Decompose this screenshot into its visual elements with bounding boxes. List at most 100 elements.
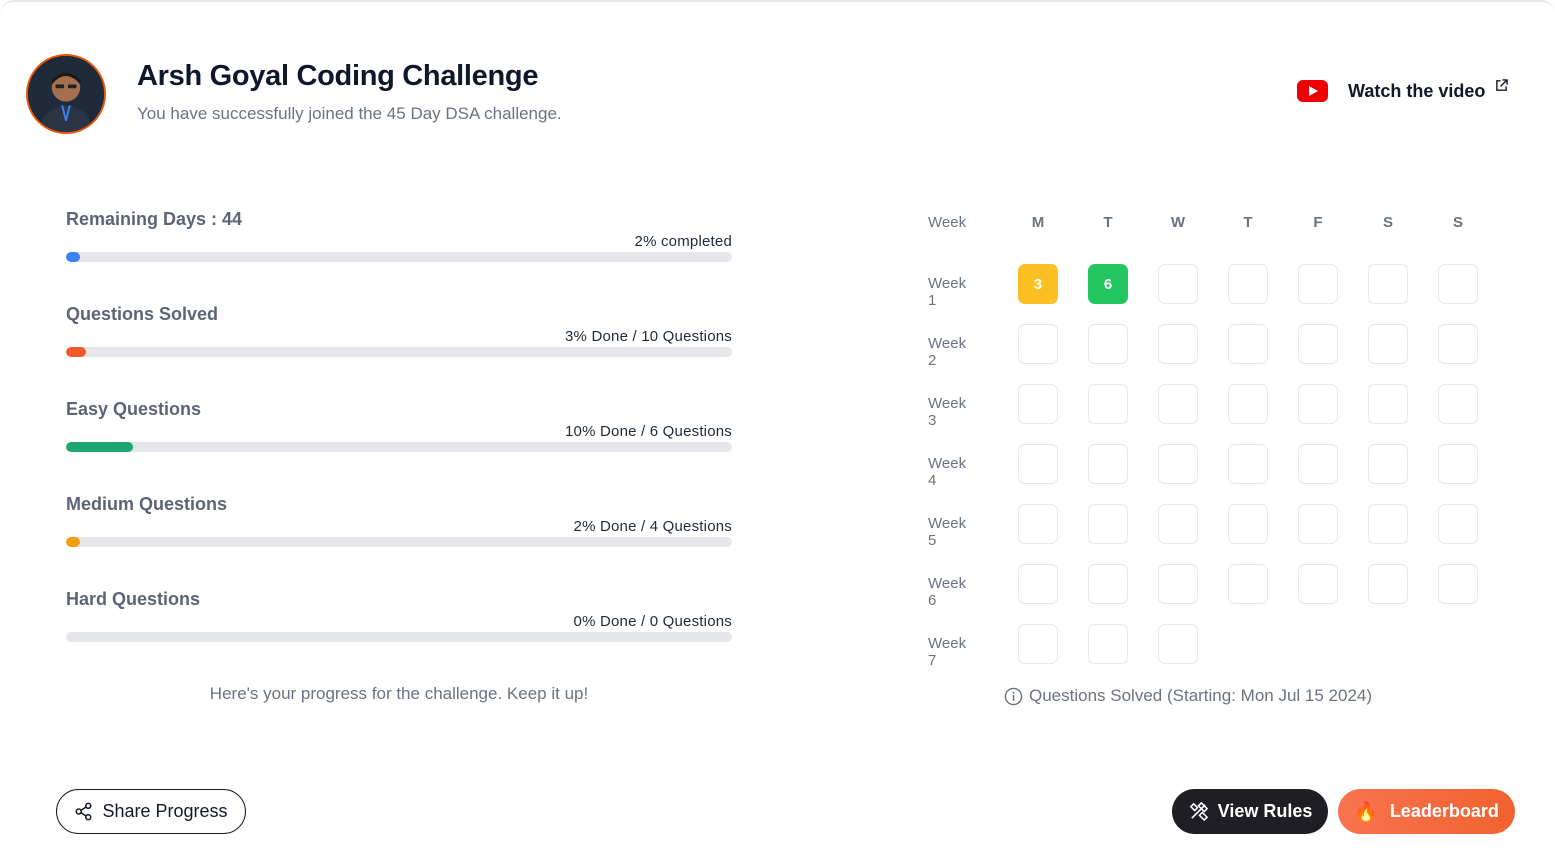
progress-track xyxy=(66,347,732,357)
progress-label: Questions Solved xyxy=(66,304,219,324)
view-rules-label: View Rules xyxy=(1217,801,1313,821)
calendar-day-cell[interactable] xyxy=(1368,324,1408,364)
day-header: T xyxy=(1243,214,1253,231)
progress-row: Medium Questions 2% Done / 4 Questions xyxy=(66,494,732,549)
progress-row: Remaining Days : 44 2% completed xyxy=(66,209,732,264)
share-progress-button[interactable]: Share Progress xyxy=(56,789,246,834)
challenge-card: Arsh Goyal Coding Challenge You have suc… xyxy=(0,0,1555,865)
calendar-day-cell[interactable] xyxy=(1368,504,1408,544)
calendar-day-cell[interactable] xyxy=(1158,444,1198,484)
progress-row: Questions Solved 3% Done / 10 Questions xyxy=(66,304,732,359)
progress-value: 3% Done / 10 Questions xyxy=(565,328,732,345)
progress-label: Remaining Days : 44 xyxy=(66,209,243,229)
watch-video-link[interactable]: Watch the video xyxy=(1297,78,1509,102)
progress-fill xyxy=(66,347,86,357)
calendar-day-cell[interactable] xyxy=(1228,264,1268,304)
calendar-day-cell[interactable] xyxy=(1368,444,1408,484)
progress-track xyxy=(66,442,732,452)
progress-row: Easy Questions 10% Done / 6 Questions xyxy=(66,399,732,454)
progress-track xyxy=(66,252,732,262)
progress-value: 0% Done / 0 Questions xyxy=(573,613,732,630)
flame-icon: 🔥 xyxy=(1354,801,1378,823)
calendar-day-cell[interactable] xyxy=(1438,444,1478,484)
calendar-day-cell[interactable] xyxy=(1088,624,1128,664)
calendar-day-cell[interactable] xyxy=(1368,264,1408,304)
calendar-day-cell[interactable] xyxy=(1158,624,1198,664)
calendar-day-cell[interactable] xyxy=(1438,264,1478,304)
calendar-day-cell[interactable] xyxy=(1228,324,1268,364)
calendar-note: Questions Solved (Starting: Mon Jul 15 2… xyxy=(1004,686,1372,706)
leaderboard-button[interactable]: 🔥 Leaderboard xyxy=(1338,789,1515,834)
progress-fill xyxy=(66,252,80,262)
week-label: Week 7 xyxy=(928,635,967,669)
calendar-day-cell[interactable] xyxy=(1228,564,1268,604)
calendar-day-cell[interactable] xyxy=(1158,324,1198,364)
calendar-day-cell[interactable] xyxy=(1228,384,1268,424)
calendar-day-cell[interactable] xyxy=(1298,444,1338,484)
week-column-header: Week xyxy=(928,214,967,231)
calendar-day-cell[interactable] xyxy=(1158,384,1198,424)
day-header: W xyxy=(1170,214,1186,231)
calendar-day-cell[interactable] xyxy=(1158,264,1198,304)
avatar-image xyxy=(28,56,104,132)
day-header: F xyxy=(1313,214,1323,231)
progress-fill xyxy=(66,537,80,547)
progress-label: Hard Questions xyxy=(66,589,201,609)
leaderboard-label: Leaderboard xyxy=(1389,801,1499,821)
avatar xyxy=(26,54,106,134)
share-icon xyxy=(75,802,92,821)
week-label: Week 1 xyxy=(928,275,967,309)
calendar-day-cell[interactable]: 3 xyxy=(1018,264,1058,304)
calendar-day-cell[interactable] xyxy=(1088,324,1128,364)
calendar-day-cell[interactable] xyxy=(1018,324,1058,364)
calendar-day-cell[interactable] xyxy=(1438,504,1478,544)
calendar-day-cell[interactable] xyxy=(1158,564,1198,604)
calendar-day-cell[interactable]: 6 xyxy=(1088,264,1128,304)
calendar-day-cell[interactable] xyxy=(1088,444,1128,484)
calendar-day-cell[interactable] xyxy=(1298,324,1338,364)
day-header: M xyxy=(1031,214,1045,231)
calendar-day-cell[interactable] xyxy=(1438,324,1478,364)
calendar-day-cell[interactable] xyxy=(1298,384,1338,424)
progress-value: 2% completed xyxy=(634,233,732,250)
progress-row: Hard Questions 0% Done / 0 Questions xyxy=(66,589,732,644)
progress-value: 10% Done / 6 Questions xyxy=(565,423,732,440)
calendar-day-cell[interactable] xyxy=(1088,504,1128,544)
progress-value: 2% Done / 4 Questions xyxy=(573,518,732,535)
calendar-day-cell[interactable] xyxy=(1438,564,1478,604)
calendar-day-cell[interactable] xyxy=(1438,384,1478,424)
calendar-day-cell[interactable] xyxy=(1018,444,1058,484)
watch-video-label: Watch the video xyxy=(1348,80,1486,101)
week-label: Week 4 xyxy=(928,455,967,489)
calendar-day-cell[interactable] xyxy=(1018,504,1058,544)
calendar-day-cell[interactable] xyxy=(1368,384,1408,424)
progress-note: Here's your progress for the challenge. … xyxy=(209,684,589,703)
view-rules-button[interactable]: View Rules xyxy=(1172,789,1328,834)
share-progress-label: Share Progress xyxy=(102,801,228,821)
progress-label: Easy Questions xyxy=(66,399,202,419)
calendar-day-cell[interactable] xyxy=(1298,504,1338,544)
calendar-day-cell[interactable] xyxy=(1088,384,1128,424)
week-label: Week 3 xyxy=(928,395,967,429)
week-label: Week 6 xyxy=(928,575,967,609)
progress-track xyxy=(66,537,732,547)
calendar-day-cell[interactable] xyxy=(1368,564,1408,604)
calendar-day-cell[interactable] xyxy=(1088,564,1128,604)
day-header: S xyxy=(1452,214,1463,231)
calendar-day-cell[interactable] xyxy=(1298,264,1338,304)
page-subtitle: You have successfully joined the 45 Day … xyxy=(137,104,562,123)
calendar-day-cell[interactable] xyxy=(1018,564,1058,604)
calendar-day-cell[interactable] xyxy=(1228,444,1268,484)
calendar-day-cell[interactable] xyxy=(1158,504,1198,544)
day-header: T xyxy=(1103,214,1113,231)
week-label: Week 2 xyxy=(928,335,967,369)
week-label: Week 5 xyxy=(928,515,967,549)
calendar-day-cell[interactable] xyxy=(1018,624,1058,664)
info-icon xyxy=(1004,687,1023,705)
calendar-day-cell[interactable] xyxy=(1298,564,1338,604)
calendar-day-cell[interactable] xyxy=(1228,504,1268,544)
calendar-note-text: Questions Solved (Starting: Mon Jul 15 2… xyxy=(1029,686,1373,705)
page-title: Arsh Goyal Coding Challenge xyxy=(137,60,539,92)
calendar-day-cell[interactable] xyxy=(1018,384,1058,424)
external-link-icon xyxy=(1496,78,1509,91)
